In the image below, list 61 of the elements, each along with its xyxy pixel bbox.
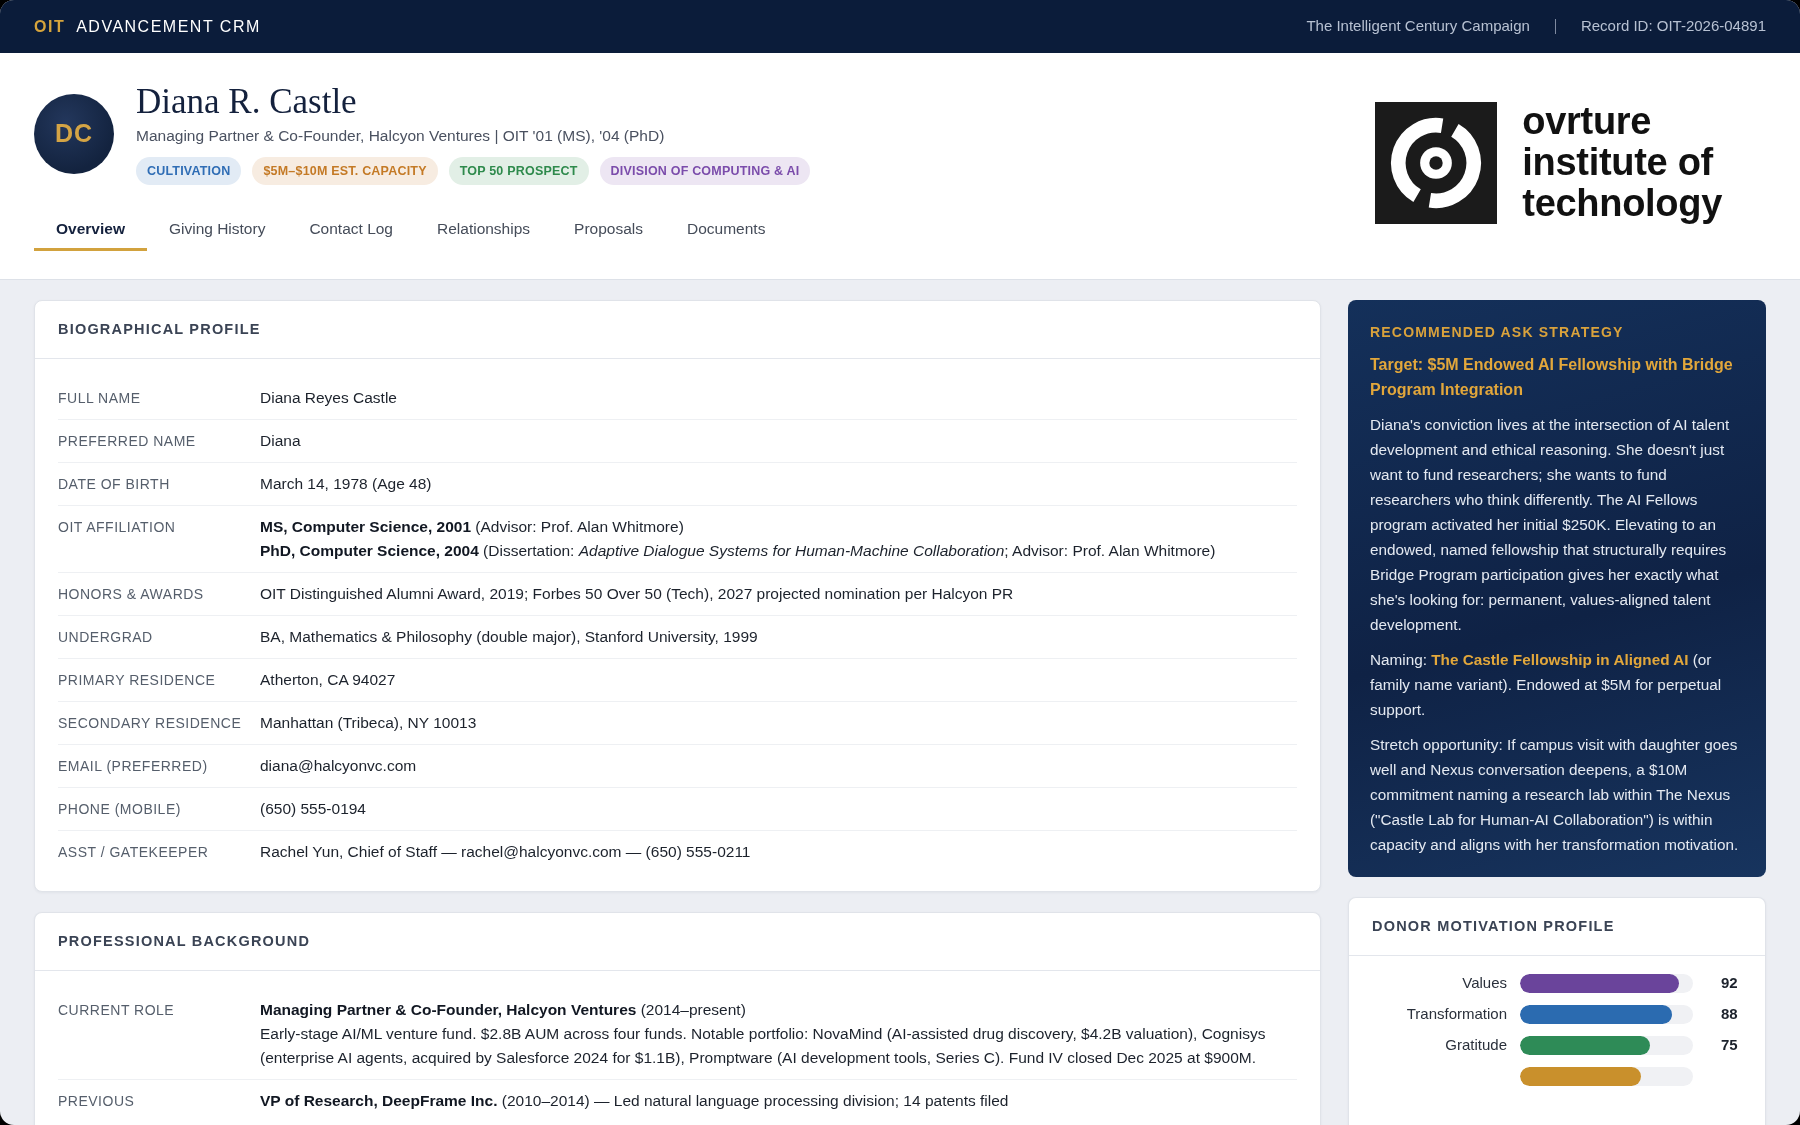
field-value: Diana Reyes Castle	[260, 388, 398, 408]
field-value: VP of Research, DeepFrame Inc. (2010–2014) — Led natural language processing division; 14 patents filed	[260, 1091, 1010, 1111]
status-tag: CULTIVATION	[136, 157, 242, 185]
field-value: PhD, Computer Science, 2004 (Dissertation: Adaptive Dialogue Systems for Human-Machine Collaboration; Advisor: Prof. Alan Whitmore)	[260, 541, 1217, 561]
field-label: SECONDARY RESIDENCE	[58, 714, 243, 733]
motivation-label: Values	[1461, 973, 1507, 994]
field-label: HONORS & AWARDS	[58, 585, 205, 604]
profile-subtitle: Managing Partner & Co-Founder, Halcyon Ventures | OIT '01 (MS), '04 (PhD)	[136, 126, 666, 146]
field-label: PRIMARY RESIDENCE	[58, 671, 217, 690]
field-value: OIT Distinguished Alumni Award, 2019; Forbes 50 Over 50 (Tech), 2027 projected nomination per Halcyon PR	[260, 584, 1015, 604]
field-value: Atherton, CA 94027	[260, 670, 397, 690]
field-value: MS, Computer Science, 2001 (Advisor: Prof. Alan Whitmore)	[260, 517, 685, 537]
field-label: OIT AFFILIATION	[58, 518, 177, 537]
field-value: Diana	[260, 431, 302, 451]
field-value: Managing Partner & Co-Founder, Halcyon Ventures (2014–present)	[260, 1000, 747, 1020]
logo-icon	[1375, 101, 1498, 224]
avatar: DC	[34, 94, 114, 174]
motivation-label: Gratitude	[1444, 1035, 1507, 1056]
field-label: FULL NAME	[58, 389, 142, 408]
strategy-paragraph: Stretch opportunity: If campus visit with daughter goes well and Nexus conversation deepens, a $10M commitment naming a research lab within The Nexus ("Castle Lab for Human-AI Collaboration") is within capacity and aligns with her transformation motivation.	[1370, 735, 1740, 855]
section-title: BIOGRAPHICAL PROFILE	[58, 319, 261, 339]
status-tag: $5M–$10M EST. CAPACITY	[252, 157, 438, 185]
field-value: BA, Mathematics & Philosophy (double major), Stanford University, 1999	[260, 627, 759, 647]
score-value: 88	[1721, 1004, 1739, 1025]
tab[interactable]: Overview	[34, 209, 147, 251]
score-value: 75	[1721, 1035, 1739, 1056]
logo-wordmark: ovrture institute of technology	[1522, 101, 1722, 224]
field-label: EMAIL (PREFERRED)	[58, 757, 209, 776]
tab[interactable]: Contact Log	[287, 209, 415, 251]
brand-mark: OIT	[34, 16, 66, 37]
app-title: ADVANCEMENT CRM	[76, 16, 261, 37]
field-label: ASST / GATEKEEPER	[58, 843, 210, 862]
field-label: DATE OF BIRTH	[58, 475, 171, 494]
status-tag: DIVISION OF COMPUTING & AI	[599, 157, 811, 185]
field-value: Early-stage AI/ML venture fund. $2.8B AUM across four funds. Notable portfolio: NovaMind (AI-assisted drug discovery, $4.2B valuation), Cognisys (enterprise AI agents, acquired by Salesforce 2024 for $1.1B), Promptware (AI development tools, Series C). Fund IV closed Dec 2025 at $900M.	[260, 1024, 1267, 1068]
tab[interactable]: Relationships	[415, 209, 553, 251]
field-label: PREFERRED NAME	[58, 432, 197, 451]
target-text: Target: $5M Endowed AI Fellowship with Bridge Program Integration	[1370, 355, 1734, 400]
field-value: diana@halcyonvc.com	[260, 756, 418, 776]
person-name: Diana R. Castle	[136, 82, 358, 122]
section-title: PROFESSIONAL BACKGROUND	[58, 931, 311, 951]
section-title: DONOR MOTIVATION PROFILE	[1372, 916, 1615, 936]
field-label: UNDERGRAD	[58, 628, 154, 647]
tab[interactable]: Documents	[665, 209, 788, 251]
record-id: Record ID: OIT-2026-04891	[1580, 16, 1766, 37]
field-label: CURRENT ROLE	[58, 1001, 176, 1020]
tab[interactable]: Proposals	[552, 209, 665, 251]
field-label: PHONE (MOBILE)	[58, 800, 182, 819]
score-value: 92	[1721, 973, 1739, 994]
field-value: Rachel Yun, Chief of Staff — rachel@halcyonvc.com — (650) 555-0211	[260, 842, 752, 862]
motivation-label: Transformation	[1405, 1004, 1507, 1025]
field-value: Manhattan (Tribeca), NY 10013	[260, 713, 478, 733]
strategy-paragraph: Diana's conviction lives at the intersection of AI talent development and ethical reasoning. She doesn't just want to fund researchers; she wants to fund researchers who think differently. The AI Fellows program activated her initial $250K. Elevating to an endowed, named fellowship that structurally requires Bridge Program participation gives her exactly what she's looking for: permanent, values-aligned talent development.	[1370, 415, 1731, 635]
status-tag: TOP 50 PROSPECT	[448, 157, 589, 185]
campaign-name: The Intelligent Century Campaign	[1306, 16, 1530, 37]
field-value: (650) 555-0194	[260, 799, 367, 819]
strategy-paragraph: Naming: The Castle Fellowship in Aligned AI (or family name variant). Endowed at $5M for perpetual support.	[1370, 650, 1723, 720]
field-label: PREVIOUS	[58, 1092, 136, 1111]
field-value: March 14, 1978 (Age 48)	[260, 474, 433, 494]
tab[interactable]: Giving History	[146, 209, 288, 251]
panel-title: RECOMMENDED ASK STRATEGY	[1370, 323, 1625, 342]
